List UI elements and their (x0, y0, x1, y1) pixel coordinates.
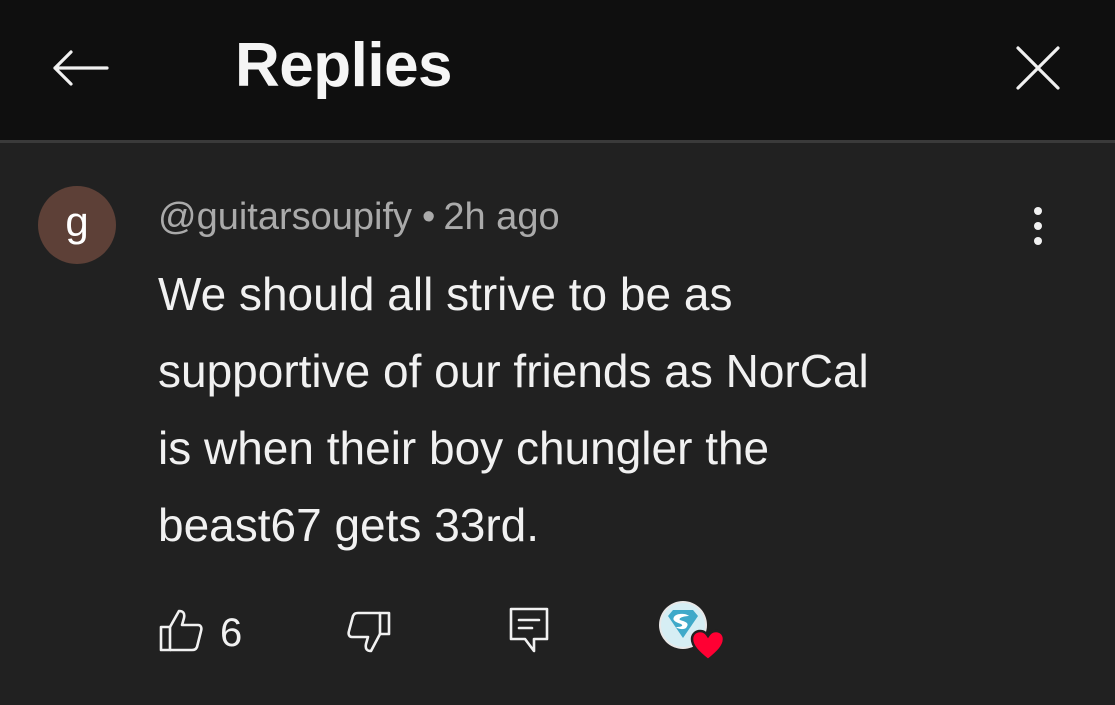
close-icon (1016, 46, 1060, 90)
like-button[interactable] (155, 604, 207, 656)
dislike-button[interactable] (340, 604, 396, 660)
comment-meta: @guitarsoupify • 2h ago (158, 192, 560, 242)
comment-body: We should all strive to be as supportive… (158, 256, 1038, 564)
meta-separator: • (422, 196, 436, 238)
like-count: 6 (220, 611, 243, 655)
page-title: Replies (235, 31, 453, 100)
thumbs-down-icon (347, 611, 391, 653)
comment-body-line: supportive of our friends as NorCal (158, 345, 869, 397)
comment-timestamp: 2h ago (443, 196, 560, 238)
comment-actions: 6 (0, 596, 1115, 666)
more-vertical-icon-dot (1034, 237, 1042, 245)
thumbs-up-icon (159, 609, 203, 652)
replies-panel: Replies g @guitarsoupify • 2h ago We shoul… (0, 0, 1115, 705)
reply-button[interactable] (503, 604, 555, 656)
comment-body-line: We should all strive to be as (158, 268, 733, 320)
creator-heart-icon (659, 601, 726, 662)
more-vertical-icon-dot (1034, 222, 1042, 230)
comment-body-line: is when their boy chungler the (158, 422, 770, 474)
more-vertical-icon (1034, 207, 1042, 215)
close-button[interactable] (1000, 30, 1076, 106)
arrow-left-icon (53, 50, 109, 86)
more-options-button[interactable] (1010, 198, 1066, 254)
comment-author[interactable]: @guitarsoupify (158, 196, 412, 238)
replies-header: Replies (0, 0, 1115, 143)
creator-heart (656, 598, 732, 664)
avatar[interactable]: g (38, 186, 116, 264)
back-button[interactable] (42, 30, 118, 106)
comment-reply-icon (509, 607, 549, 653)
comment-item: g @guitarsoupify • 2h ago We should all st… (0, 146, 1115, 705)
comment-body-line: beast67 gets 33rd. (158, 499, 540, 551)
